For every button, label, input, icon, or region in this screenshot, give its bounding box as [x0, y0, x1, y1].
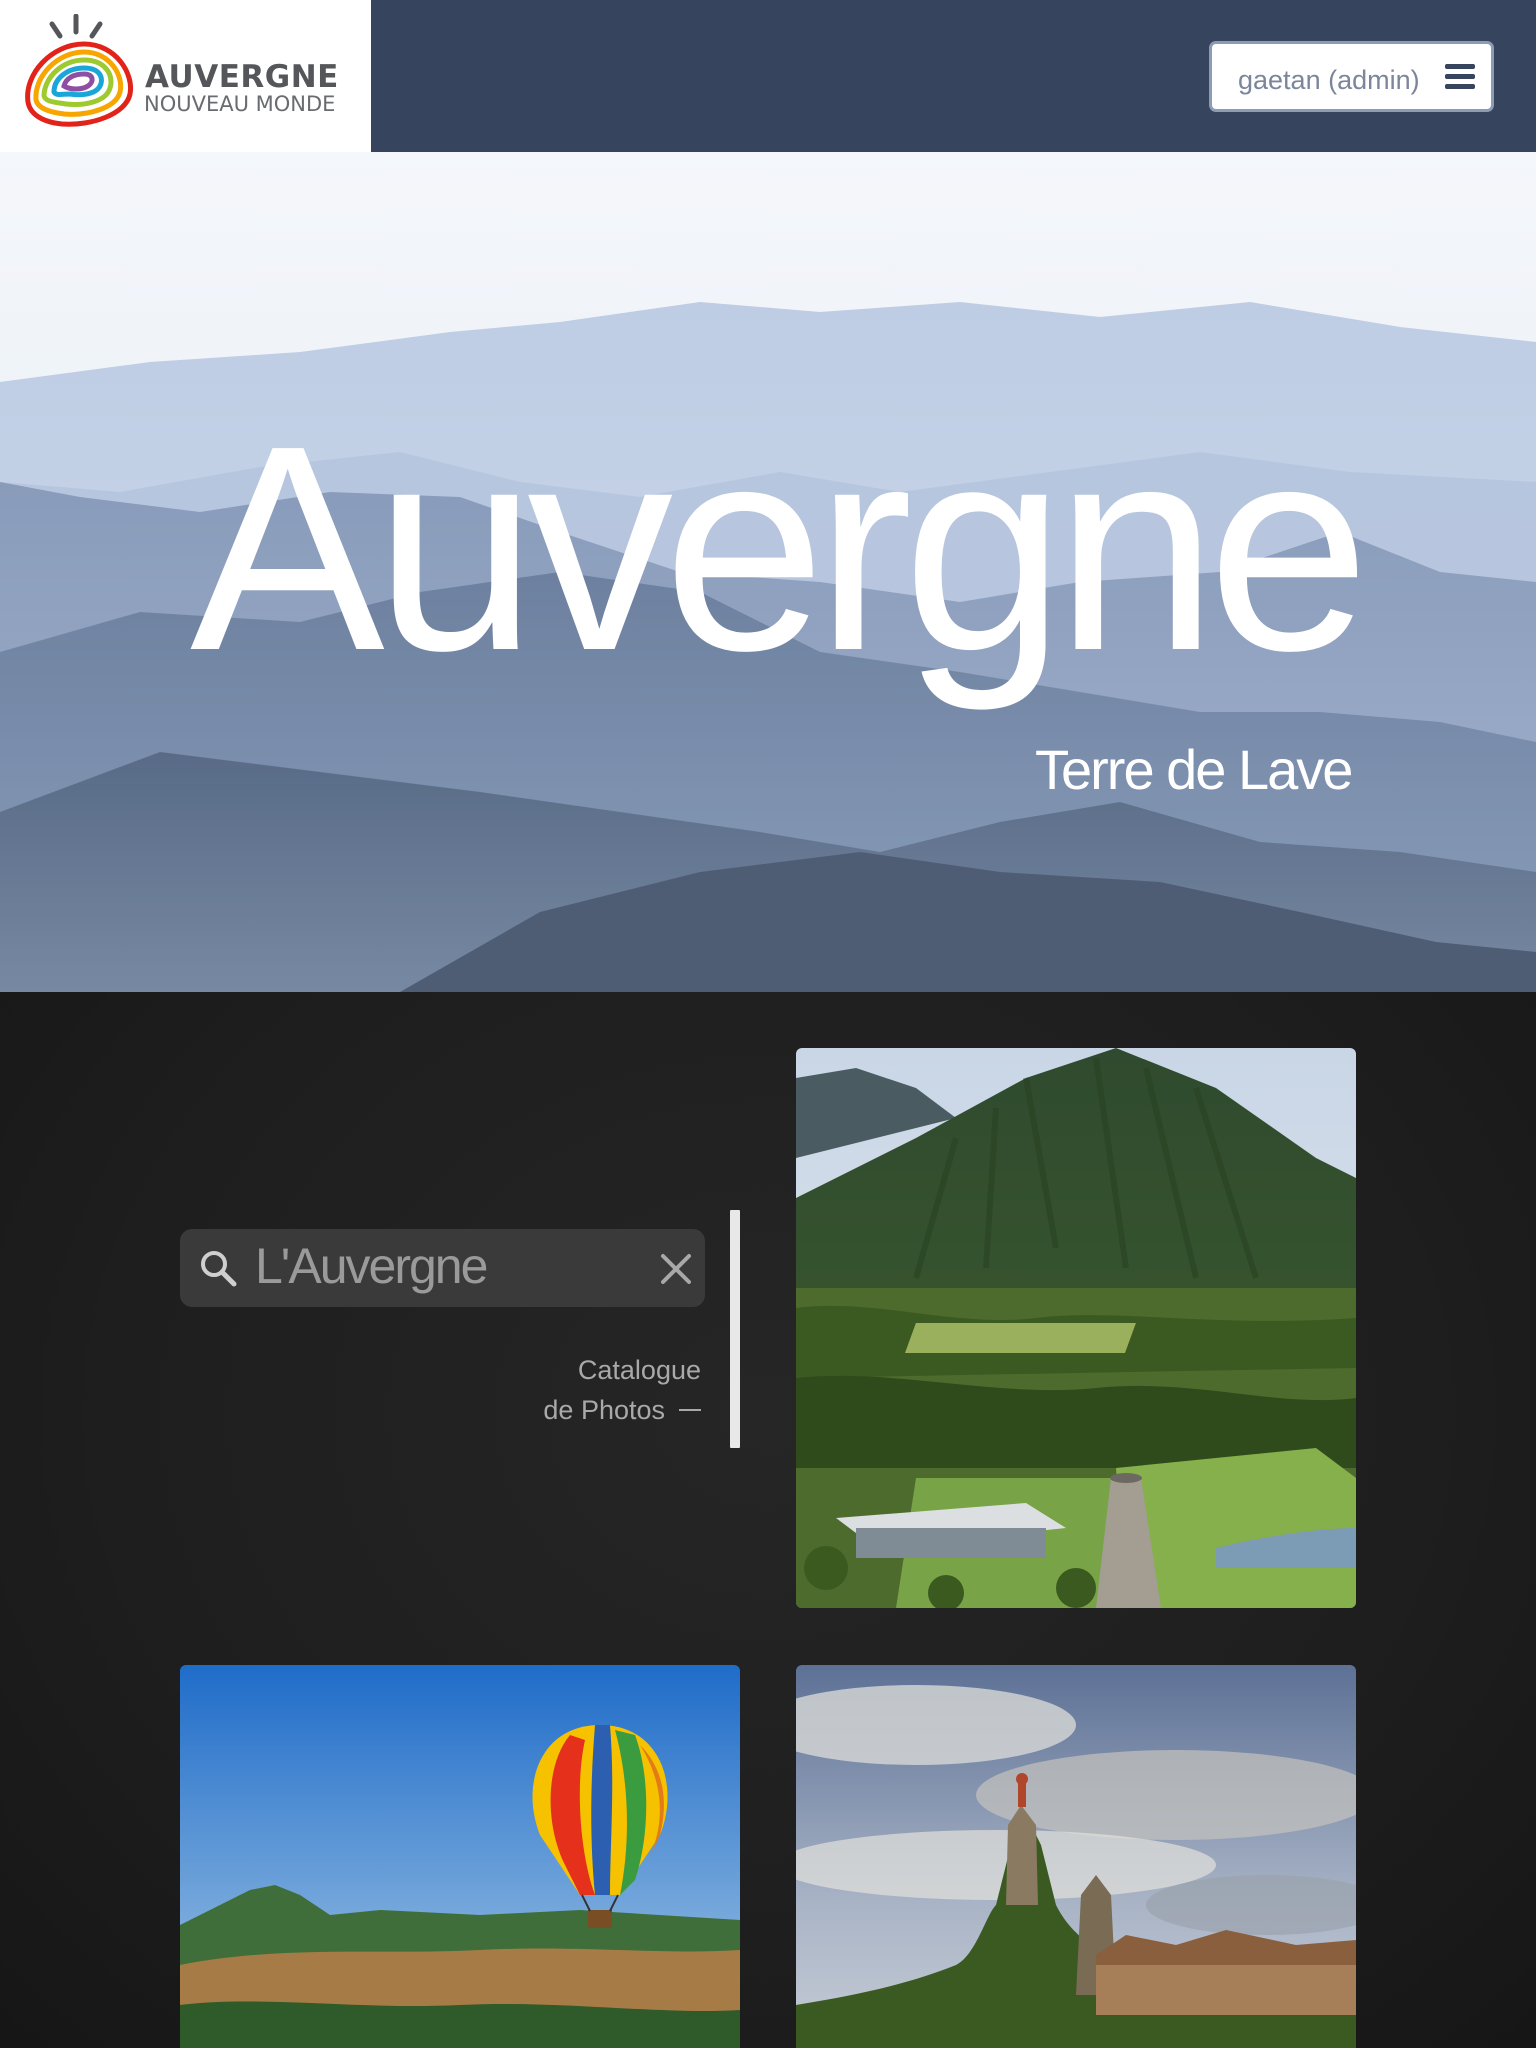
- hot-air-balloon-photo: [180, 1665, 740, 2048]
- catalogue-line-2: de Photos: [543, 1395, 665, 1425]
- catalogue-caption[interactable]: Catalogue de Photos: [543, 1350, 701, 1430]
- photo-card-volcano[interactable]: [796, 1048, 1356, 1608]
- rainbow-volcano-logo-icon: [25, 14, 134, 127]
- catalogue-line-1: Catalogue: [577, 1355, 701, 1385]
- close-icon[interactable]: [656, 1249, 696, 1289]
- site-logo[interactable]: AUVERGNE NOUVEAU MONDE: [0, 0, 371, 152]
- volcano-park-photo: [796, 1048, 1356, 1608]
- logo-subtitle: NOUVEAU MONDE: [144, 92, 336, 116]
- hamburger-menu-icon: [1445, 64, 1475, 90]
- le-puy-chapel-photo: [796, 1665, 1356, 2048]
- top-header: AUVERGNE NOUVEAU MONDE gaetan (admin): [0, 0, 1536, 152]
- search-input[interactable]: [255, 1236, 635, 1296]
- user-menu-label: gaetan (admin): [1238, 65, 1420, 95]
- dash-icon: [679, 1408, 701, 1411]
- hero-title: Auvergne: [190, 385, 1370, 711]
- search-icon[interactable]: [198, 1248, 238, 1288]
- user-menu-button[interactable]: gaetan (admin): [1209, 41, 1494, 112]
- vertical-divider: [730, 1210, 740, 1448]
- hero-banner: Auvergne Terre de Lave: [0, 152, 1536, 992]
- hero-subtitle: Terre de Lave: [1035, 738, 1353, 801]
- logo-title: AUVERGNE: [145, 59, 339, 95]
- photo-card-le-puy[interactable]: [796, 1665, 1356, 2048]
- photo-card-balloon[interactable]: [180, 1665, 740, 2048]
